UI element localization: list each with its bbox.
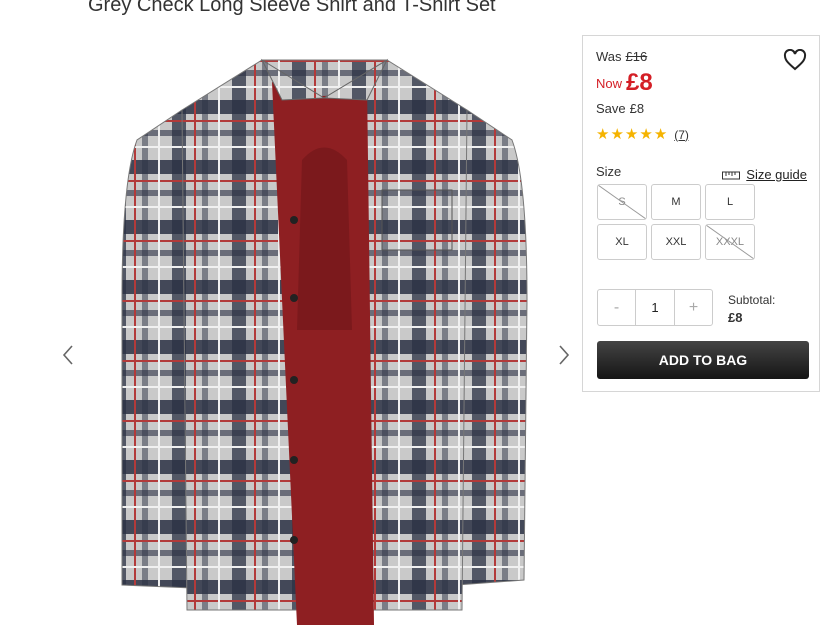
size-option-label: XL — [615, 236, 629, 248]
unavailable-cross — [706, 225, 754, 259]
quantity-decrease-button[interactable]: - — [598, 290, 635, 325]
size-option-xxxl[interactable]: XXXL — [705, 224, 755, 260]
was-price: Was £16 — [596, 49, 647, 64]
size-option-label: M — [671, 196, 681, 208]
star-icon: ★ — [624, 126, 639, 143]
star-icon: ★ — [596, 126, 610, 143]
was-label: Was — [596, 49, 622, 64]
now-price: Now £8 — [596, 69, 653, 97]
size-guide-link[interactable]: Size guide — [722, 167, 807, 182]
quantity-increase-button[interactable]: + — [675, 290, 712, 325]
save-value: £8 — [629, 101, 645, 116]
product-image — [121, 58, 528, 625]
gallery-prev-button[interactable] — [58, 340, 78, 370]
size-option-xxl[interactable]: XXL — [651, 224, 701, 260]
quantity-stepper: - 1 + — [597, 289, 713, 326]
save-amount: Save £8 — [596, 101, 644, 116]
now-value: £8 — [626, 69, 653, 96]
reviews-link[interactable]: (7) — [674, 128, 689, 142]
now-label: Now — [596, 76, 623, 91]
wishlist-heart-icon[interactable] — [783, 48, 807, 71]
size-label: Size — [596, 164, 622, 179]
gallery-next-button[interactable] — [554, 340, 574, 370]
quantity-value[interactable]: 1 — [635, 290, 675, 325]
unavailable-cross — [598, 185, 646, 219]
star-icon: ★ — [653, 126, 668, 143]
star-icon: ★ — [639, 126, 653, 143]
star-icon: ★ — [610, 126, 624, 143]
subtotal-label: Subtotal: — [728, 293, 776, 307]
product-title: Grey Check Long Sleeve Shirt and T-Shirt… — [88, 0, 496, 16]
subtotal-value: £8 — [728, 310, 743, 325]
size-option-label: L — [726, 196, 734, 208]
size-option-xl[interactable]: XL — [597, 224, 647, 260]
size-option-m[interactable]: M — [651, 184, 701, 220]
ruler-icon — [722, 171, 741, 179]
was-value: £16 — [625, 49, 648, 64]
size-guide-label: Size guide — [746, 167, 807, 182]
chevron-right-icon — [559, 345, 570, 365]
size-option-label: XXL — [665, 236, 687, 248]
size-option-l[interactable]: L — [705, 184, 755, 220]
save-label: Save — [596, 101, 626, 116]
purchase-panel: Was £16 Now £8 Save £8 ★ ★ ★ ★ ★ (7) Size S… — [582, 35, 820, 392]
subtotal: Subtotal: £8 — [728, 292, 775, 326]
size-option-s[interactable]: S — [597, 184, 647, 220]
rating: ★ ★ ★ ★ ★ (7) — [596, 127, 689, 142]
add-to-bag-button[interactable]: ADD TO BAG — [597, 341, 809, 379]
size-options: S M L XL XXL XXXL — [597, 184, 761, 260]
chevron-left-icon — [62, 345, 73, 365]
